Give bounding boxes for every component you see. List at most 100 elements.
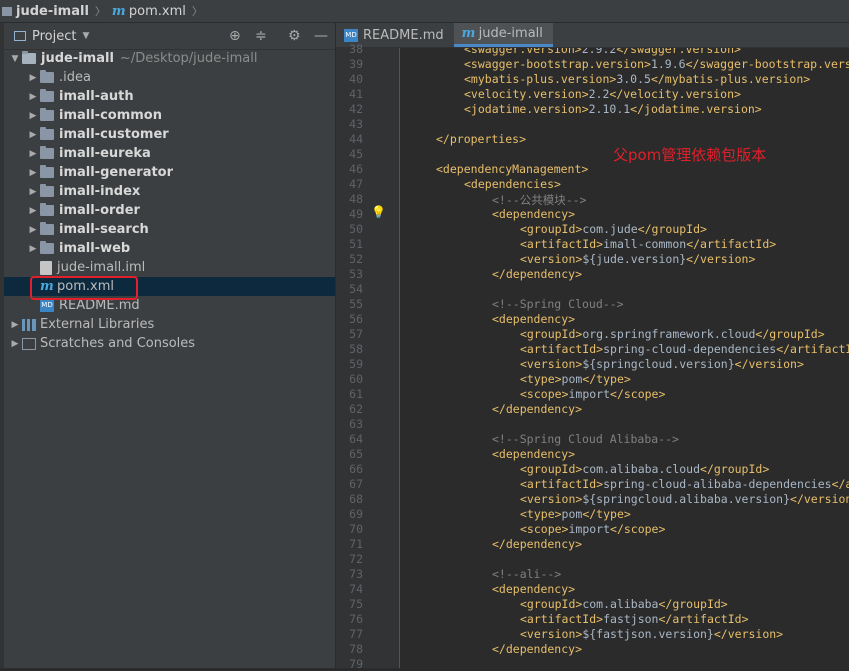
- line-number: 73: [349, 567, 363, 581]
- line-number: 54: [349, 282, 363, 296]
- tree-item[interactable]: ▶ imall-search: [4, 220, 335, 239]
- expand-arrow-icon[interactable]: ▶: [26, 168, 40, 178]
- line-number: 41: [349, 87, 363, 101]
- project-tree: ▼ jude-imall ~/Desktop/jude-imall ▶ .idea ▶ im…: [4, 49, 335, 353]
- maven-icon: m: [111, 3, 126, 19]
- tree-item[interactable]: ▶ imall-auth: [4, 87, 335, 106]
- folder-icon: [40, 70, 54, 83]
- tree-item-label: Scratches and Consoles: [40, 336, 196, 351]
- tree-item[interactable]: ▶ .idea: [4, 68, 335, 87]
- code-line: </dependency>: [492, 402, 583, 416]
- expand-arrow-icon[interactable]: ▶: [26, 244, 40, 254]
- tree-item[interactable]: ▶ imall-generator: [4, 163, 335, 182]
- markdown-icon: MD: [344, 28, 358, 42]
- code-line: <scope>import</scope>: [520, 387, 666, 401]
- tree-item[interactable]: ▶ imall-web: [4, 239, 335, 258]
- tree-item-label: imall-auth: [59, 89, 134, 104]
- line-number: 48: [349, 192, 363, 206]
- expand-arrow-icon[interactable]: ▶: [26, 73, 40, 83]
- chevron-right-icon: 〉: [94, 5, 106, 18]
- tree-item-label: imall-customer: [59, 127, 169, 142]
- line-number: 76: [349, 612, 363, 626]
- chevron-down-icon[interactable]: ▼: [82, 31, 89, 41]
- chevron-right-icon: 〉: [191, 5, 203, 18]
- tree-item-label: jude-imall.iml: [57, 260, 146, 275]
- folder-icon: [40, 89, 54, 102]
- tree-item-label: imall-common: [59, 108, 162, 123]
- line-number: 57: [349, 327, 363, 341]
- code-line: <dependency>: [492, 447, 576, 461]
- tree-item-label: imall-index: [59, 184, 141, 199]
- gear-icon[interactable]: ⚙: [288, 28, 301, 44]
- locate-icon[interactable]: ⊕: [229, 28, 241, 44]
- expand-arrow-icon[interactable]: ▶: [26, 92, 40, 102]
- expand-arrow-icon[interactable]: ▶: [26, 187, 40, 197]
- collapse-all-icon[interactable]: ≑: [255, 28, 267, 44]
- tree-item[interactable]: ▶ imall-order: [4, 201, 335, 220]
- code-line: <mybatis-plus.version>3.0.5</mybatis-plu…: [464, 72, 811, 86]
- navigation-bar: jude-imall 〉 m pom.xml 〉: [0, 0, 849, 23]
- lightbulb-icon[interactable]: 💡: [371, 205, 386, 219]
- tree-item[interactable]: jude-imall.iml: [4, 258, 335, 277]
- expand-arrow-icon[interactable]: ▼: [8, 54, 22, 64]
- tree-item[interactable]: ▶ imall-customer: [4, 125, 335, 144]
- code-line: <version>${springcloud.alibaba.version}<…: [520, 492, 849, 506]
- tree-item[interactable]: ▶ imall-index: [4, 182, 335, 201]
- markdown-icon: MD: [40, 299, 54, 312]
- line-number: 56: [349, 312, 363, 326]
- folder-icon: [2, 6, 12, 16]
- tab-jude-imall[interactable]: m jude-imall: [453, 23, 553, 47]
- minimize-icon[interactable]: —: [314, 28, 328, 44]
- expand-arrow-icon[interactable]: ▶: [26, 225, 40, 235]
- highlight-box: [30, 276, 138, 300]
- line-number: 66: [349, 462, 363, 476]
- expand-arrow-icon[interactable]: ▶: [8, 339, 22, 349]
- tree-item[interactable]: ▶ External Libraries: [4, 315, 335, 334]
- code-line: <velocity.version>2.2</velocity.version>: [464, 87, 741, 101]
- line-number: 43: [349, 117, 363, 131]
- code-line: <artifactId>spring-cloud-dependencies</a…: [520, 342, 849, 356]
- line-number: 78: [349, 642, 363, 656]
- code-line: <!--ali-->: [492, 567, 562, 581]
- project-panel-header: Project ▼ ⊕ ≑ ⚙ —: [0, 23, 335, 50]
- folder-icon: [40, 203, 54, 216]
- project-view-selector[interactable]: Project: [32, 29, 76, 44]
- tree-item-label: imall-search: [59, 222, 149, 237]
- tree-item[interactable]: ▼ jude-imall ~/Desktop/jude-imall: [4, 49, 335, 68]
- line-number: 61: [349, 387, 363, 401]
- code-line: <type>pom</type>: [520, 372, 631, 386]
- code-line: <artifactId>imall-common</artifactId>: [520, 237, 777, 251]
- expand-arrow-icon[interactable]: ▶: [26, 149, 40, 159]
- maven-icon: m: [461, 26, 476, 41]
- breadcrumb-project[interactable]: jude-imall: [16, 4, 89, 19]
- line-number: 46: [349, 162, 363, 176]
- code-line: <jodatime.version>2.10.1</jodatime.versi…: [464, 102, 762, 116]
- code-line: <swagger-bootstrap.version>1.9.6</swagge…: [464, 57, 849, 71]
- tree-item[interactable]: ▶ Scratches and Consoles: [4, 334, 335, 353]
- line-number: 75: [349, 597, 363, 611]
- code-editor[interactable]: <swagger.version>2.9.2</swagger.version>…: [400, 48, 849, 668]
- tree-item-label: README.md: [59, 298, 140, 313]
- line-number: 65: [349, 447, 363, 461]
- tree-item-label: imall-generator: [59, 165, 174, 180]
- line-number: 44: [349, 132, 363, 146]
- expand-arrow-icon[interactable]: ▶: [26, 111, 40, 121]
- breadcrumb-file[interactable]: pom.xml: [129, 4, 186, 19]
- tree-item[interactable]: ▶ imall-eureka: [4, 144, 335, 163]
- line-number: 72: [349, 552, 363, 566]
- tree-item[interactable]: ▶ imall-common: [4, 106, 335, 125]
- tree-item-label: imall-eureka: [59, 146, 151, 161]
- folder-icon: [40, 146, 54, 159]
- code-line: <dependency>: [492, 312, 576, 326]
- code-line: <groupId>com.alibaba.cloud</groupId>: [520, 462, 770, 476]
- annotation-text: 父pom管理依赖包版本: [613, 146, 767, 164]
- code-line: <!--Spring Cloud-->: [492, 297, 624, 311]
- expand-arrow-icon[interactable]: ▶: [26, 130, 40, 140]
- code-line: <!--Spring Cloud Alibaba-->: [492, 432, 679, 446]
- line-number: 63: [349, 417, 363, 431]
- line-number: 51: [349, 237, 363, 251]
- line-number: 64: [349, 432, 363, 446]
- expand-arrow-icon[interactable]: ▶: [26, 206, 40, 216]
- expand-arrow-icon[interactable]: ▶: [8, 320, 22, 330]
- line-number: 74: [349, 582, 363, 596]
